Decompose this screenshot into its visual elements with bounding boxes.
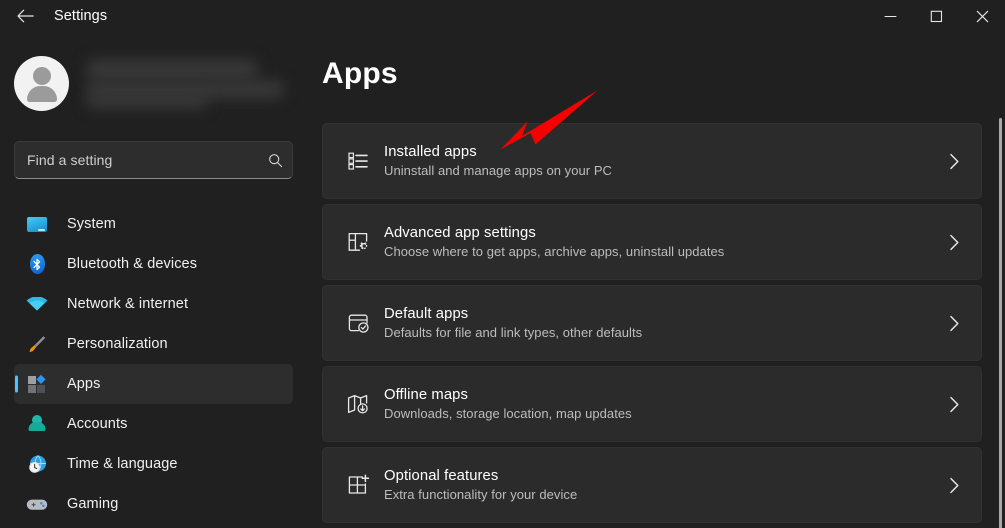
vertical-scrollbar[interactable]	[999, 118, 1002, 528]
chevron-right-glyph	[949, 234, 959, 250]
sidebar-item-accounts[interactable]: Accounts	[14, 404, 293, 444]
list-bullets-glyph	[348, 152, 368, 170]
card-text: Offline maps Downloads, storage location…	[380, 387, 927, 421]
chevron-right-icon[interactable]	[927, 153, 981, 170]
account-text-blurred	[85, 54, 297, 112]
sidebar-item-label: Personalization	[67, 336, 168, 352]
sidebar-item-gaming[interactable]: Gaming	[14, 484, 293, 524]
card-default-apps[interactable]: Default apps Defaults for file and link …	[322, 285, 982, 361]
map-download-icon	[336, 392, 380, 416]
card-text: Default apps Defaults for file and link …	[380, 306, 927, 340]
chevron-right-glyph	[949, 396, 959, 412]
sidebar-item-time-language[interactable]: Time & language	[14, 444, 293, 484]
sidebar-item-apps[interactable]: Apps	[14, 364, 293, 404]
list-bullets-icon	[336, 149, 380, 173]
wifi-icon	[26, 293, 48, 315]
maximize-icon	[930, 10, 942, 22]
optional-features-plus-glyph	[348, 474, 370, 494]
sidebar-item-bluetooth-devices[interactable]: Bluetooth & devices	[14, 244, 293, 284]
gamepad-glyph	[26, 499, 48, 510]
account-name-redacted	[87, 60, 257, 79]
card-title: Offline maps	[384, 387, 468, 403]
clock-globe-glyph	[28, 454, 46, 473]
page-title: Apps	[322, 57, 398, 90]
window-controls	[867, 0, 1005, 32]
chevron-right-icon[interactable]	[927, 477, 981, 494]
sidebar-nav: System Bluetooth & devices Network & int…	[0, 204, 310, 524]
wifi-glyph	[26, 297, 48, 311]
settings-card-list: Installed apps Uninstall and manage apps…	[322, 123, 982, 528]
account-summary[interactable]	[14, 51, 299, 115]
optional-features-plus-icon	[336, 473, 380, 497]
window-title: Settings	[54, 8, 108, 24]
gamepad-icon	[26, 493, 48, 515]
close-button[interactable]	[959, 0, 1005, 32]
close-icon	[976, 10, 988, 22]
sidebar-item-system[interactable]: System	[14, 204, 293, 244]
bluetooth-icon	[26, 253, 48, 275]
monitor-icon	[26, 213, 48, 235]
back-button[interactable]	[6, 1, 44, 31]
card-subtitle: Defaults for file and link types, other …	[384, 325, 643, 340]
card-installed-apps[interactable]: Installed apps Uninstall and manage apps…	[322, 123, 982, 199]
chevron-right-icon[interactable]	[927, 396, 981, 413]
sidebar-item-label: Network & internet	[67, 296, 189, 312]
card-subtitle: Extra functionality for your device	[384, 487, 578, 502]
card-title: Advanced app settings	[384, 225, 536, 241]
chevron-right-glyph	[949, 153, 959, 169]
chevron-right-glyph	[949, 477, 959, 493]
card-text: Installed apps Uninstall and manage apps…	[380, 144, 927, 178]
default-apps-check-icon	[336, 311, 380, 335]
card-title: Optional features	[384, 468, 499, 484]
paintbrush-glyph	[29, 336, 46, 352]
sidebar-item-label: Time & language	[67, 456, 178, 472]
search-icon[interactable]	[258, 153, 292, 168]
default-apps-check-glyph	[348, 314, 369, 333]
back-arrow-icon	[16, 9, 34, 23]
person-icon	[26, 413, 48, 435]
sidebar-item-label: Gaming	[67, 496, 119, 512]
card-title: Default apps	[384, 306, 469, 322]
search-input[interactable]: Find a setting	[15, 152, 258, 168]
avatar-body	[26, 85, 57, 102]
bluetooth-glyph	[33, 258, 41, 270]
sidebar-item-label: Accounts	[67, 416, 128, 432]
minimize-icon	[883, 15, 897, 17]
avatar	[14, 55, 69, 111]
card-advanced-app-settings[interactable]: Advanced app settings Choose where to ge…	[322, 204, 982, 280]
sidebar-item-network-internet[interactable]: Network & internet	[14, 284, 293, 324]
main-content: Apps Installed apps Uninstall and manage…	[310, 32, 1005, 528]
card-optional-features[interactable]: Optional features Extra functionality fo…	[322, 447, 982, 523]
minimize-button[interactable]	[867, 0, 913, 32]
card-subtitle: Downloads, storage location, map updates	[384, 406, 632, 421]
avatar-head	[32, 66, 51, 85]
chevron-right-icon[interactable]	[927, 315, 981, 332]
card-text: Advanced app settings Choose where to ge…	[380, 225, 927, 259]
sidebar-item-personalization[interactable]: Personalization	[14, 324, 293, 364]
settings-window: Settings Find a setting System Bluetooth…	[0, 0, 1005, 528]
card-title: Installed apps	[384, 144, 477, 160]
sidebar-item-label: Apps	[67, 376, 101, 392]
account-email-redacted-tail	[87, 95, 207, 108]
chevron-right-glyph	[949, 315, 959, 331]
card-subtitle: Choose where to get apps, archive apps, …	[384, 244, 725, 259]
title-bar: Settings	[0, 0, 1005, 32]
sidebar-item-label: Bluetooth & devices	[67, 256, 198, 272]
app-settings-gear-icon	[336, 230, 380, 254]
sidebar-item-label: System	[67, 216, 116, 232]
clock-globe-icon	[26, 453, 48, 475]
paintbrush-icon	[26, 333, 48, 355]
maximize-button[interactable]	[913, 0, 959, 32]
card-text: Optional features Extra functionality fo…	[380, 468, 927, 502]
search-box[interactable]: Find a setting	[14, 141, 293, 179]
apps-grid-icon	[26, 373, 48, 395]
chevron-right-icon[interactable]	[927, 234, 981, 251]
map-download-glyph	[347, 394, 368, 414]
card-offline-maps[interactable]: Offline maps Downloads, storage location…	[322, 366, 982, 442]
sidebar: Find a setting System Bluetooth & device…	[0, 32, 310, 528]
apps-grid-glyph	[28, 374, 46, 393]
app-settings-gear-glyph	[348, 232, 368, 251]
card-subtitle: Uninstall and manage apps on your PC	[384, 163, 612, 178]
magnifier-glyph	[268, 153, 282, 167]
